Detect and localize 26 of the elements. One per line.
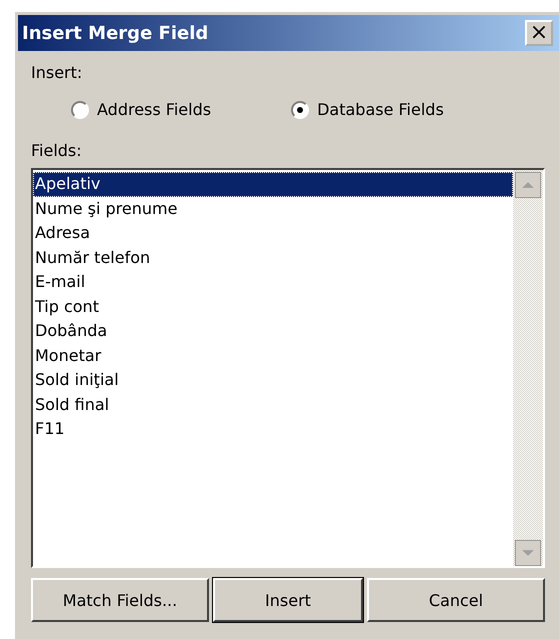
radio-label: Database Fields — [317, 100, 444, 119]
list-item[interactable]: F11 — [33, 417, 513, 442]
dialog-button[interactable]: Cancel — [367, 578, 545, 622]
list-item[interactable]: Dobânda — [33, 319, 513, 344]
fields-label: Fields: — [31, 141, 83, 160]
list-item[interactable]: Apelativ — [33, 172, 513, 196]
window-title: Insert Merge Field — [22, 22, 208, 44]
close-button[interactable]: × — [525, 20, 553, 46]
scroll-up-icon[interactable] — [515, 172, 541, 198]
scroll-down-icon[interactable] — [515, 540, 541, 566]
list-item[interactable]: Monetar — [33, 344, 513, 368]
list-item[interactable]: Număr telefon — [33, 246, 513, 270]
radio-button[interactable] — [291, 100, 310, 118]
radio-option[interactable]: Address Fields — [71, 100, 212, 119]
list-item[interactable]: E-mail — [33, 270, 513, 294]
list-item[interactable]: Tip cont — [33, 294, 513, 319]
dialog-button[interactable]: Insert — [213, 578, 363, 622]
insert-label: Insert: — [31, 63, 84, 82]
dialog-button[interactable]: Match Fields... — [31, 578, 209, 622]
radio-option[interactable]: Database Fields — [291, 100, 444, 119]
radio-button[interactable] — [71, 100, 89, 118]
list-item[interactable]: Nume şi prenume — [33, 196, 513, 221]
radio-label: Address Fields — [97, 100, 212, 119]
list-item[interactable]: Adresa — [33, 221, 513, 246]
list-item[interactable]: Sold final — [33, 392, 513, 417]
list-item[interactable]: Sold iniţial — [33, 368, 513, 392]
